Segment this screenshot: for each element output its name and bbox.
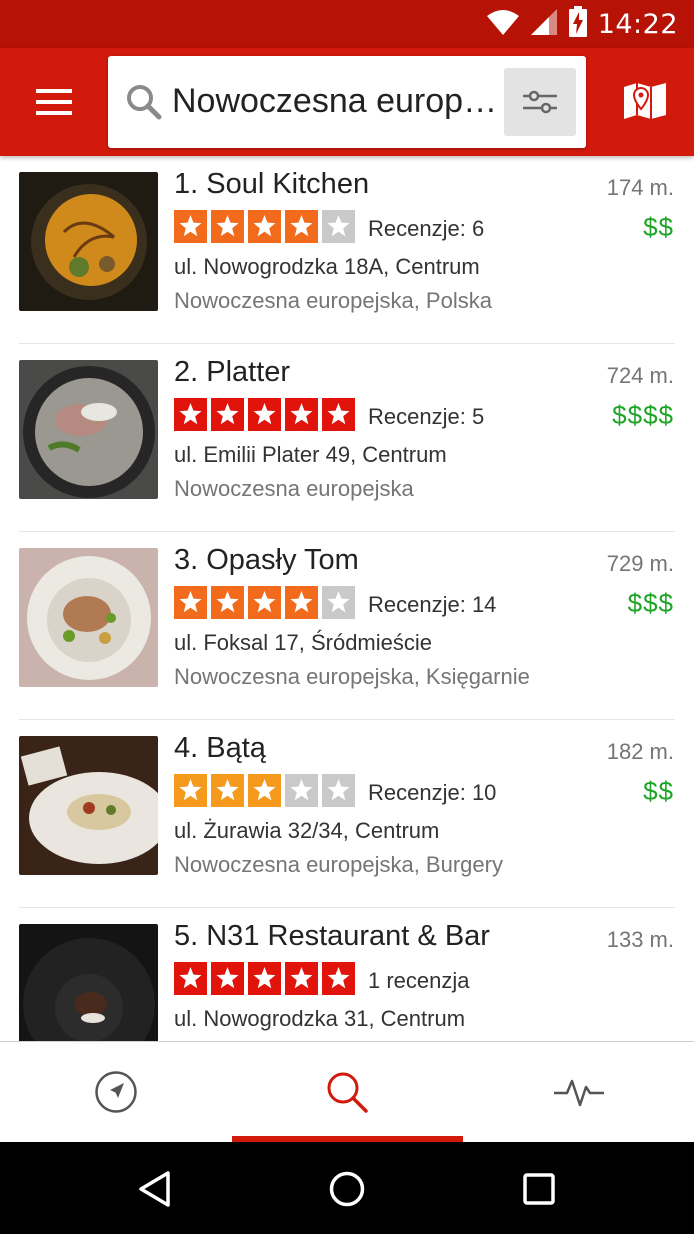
star-filled-icon (211, 210, 244, 243)
hamburger-menu-icon (36, 89, 72, 115)
star-filled-icon (248, 962, 281, 995)
star-filled-icon (211, 774, 244, 807)
restaurant-photo (19, 360, 158, 499)
map-icon (624, 83, 666, 119)
restaurant-distance: 182 m. (606, 739, 674, 764)
bottom-navigation (0, 1041, 694, 1142)
restaurant-list[interactable]: 1. Soul Kitchen 174 m. Recenzje: 6 $$ ul… (0, 156, 694, 1041)
battery-charging-icon (568, 5, 588, 43)
home-button[interactable] (322, 1164, 372, 1214)
search-icon (327, 1072, 368, 1113)
restaurant-photo (19, 924, 158, 1041)
restaurant-name: 4. Bątą (174, 732, 266, 764)
tab-activity[interactable] (463, 1042, 694, 1142)
star-filled-icon (285, 586, 318, 619)
star-filled-icon (211, 962, 244, 995)
review-count: Recenzje: 5 (368, 404, 485, 429)
restaurant-category: Nowoczesna europejska, Burgery (174, 852, 503, 877)
status-icons: 14:22 (486, 5, 678, 43)
system-navigation-bar (0, 1142, 694, 1234)
restaurant-address: ul. Nowogrodzka 31, Centrum (174, 1006, 466, 1031)
tab-search[interactable] (231, 1042, 462, 1142)
list-item[interactable]: 5. N31 Restaurant & Bar 133 m. 1 recenzj… (0, 908, 694, 1041)
restaurant-address: ul. Emilii Plater 49, Centrum (174, 442, 447, 467)
restaurant-photo (19, 172, 158, 311)
recents-square-icon (523, 1173, 555, 1205)
restaurant-name: 3. Opasły Tom (174, 544, 359, 576)
restaurant-address: ul. Żurawia 32/34, Centrum (174, 818, 440, 843)
restaurant-name: 2. Platter (174, 356, 291, 388)
search-input[interactable]: Nowoczesna europejska (172, 76, 502, 126)
list-item[interactable]: 2. Platter 724 m. Recenzje: 5 $$$$ ul. E… (0, 344, 694, 532)
star-filled-icon (248, 210, 281, 243)
list-item[interactable]: 4. Bątą 182 m. Recenzje: 10 $$ ul. Żuraw… (0, 720, 694, 908)
star-filled-icon (248, 774, 281, 807)
review-count: 1 recenzja (368, 968, 470, 993)
price-level: $$ (643, 212, 674, 242)
back-button[interactable] (130, 1164, 180, 1214)
restaurant-distance: 724 m. (606, 363, 674, 388)
star-filled-icon (248, 586, 281, 619)
search-icon (127, 85, 162, 120)
restaurant-distance: 174 m. (606, 175, 674, 200)
tab-nearby[interactable] (0, 1042, 231, 1142)
restaurant-name: 1. Soul Kitchen (174, 168, 370, 200)
restaurant-category: Nowoczesna europejska, Księgarnie (174, 664, 530, 689)
restaurant-photo (19, 736, 158, 875)
star-rating (174, 962, 355, 995)
menu-button[interactable] (26, 82, 82, 122)
restaurant-distance: 729 m. (606, 551, 674, 576)
back-triangle-icon (139, 1171, 170, 1207)
activity-pulse-icon (553, 1079, 604, 1107)
home-circle-icon (329, 1171, 365, 1207)
star-filled-icon (285, 210, 318, 243)
star-filled-icon (248, 398, 281, 431)
star-filled-icon (285, 398, 318, 431)
star-rating (174, 774, 355, 807)
wifi-icon (486, 8, 520, 41)
restaurant-address: ul. Nowogrodzka 18A, Centrum (174, 254, 480, 279)
app-bar: Nowoczesna europejska (0, 48, 694, 156)
star-filled-icon (285, 962, 318, 995)
status-time: 14:22 (597, 8, 678, 40)
price-level: $$$$ (612, 400, 674, 430)
price-level: $$ (643, 776, 674, 806)
star-filled-icon (211, 398, 244, 431)
star-filled-icon (174, 774, 207, 807)
restaurant-name: 5. N31 Restaurant & Bar (174, 920, 490, 952)
restaurant-address: ul. Foksal 17, Śródmieście (174, 630, 432, 655)
star-filled-icon (322, 398, 355, 431)
filter-button[interactable] (504, 68, 576, 136)
recents-button[interactable] (514, 1164, 564, 1214)
compass-icon (94, 1071, 137, 1113)
star-filled-icon (174, 210, 207, 243)
restaurant-category: Nowoczesna europejska, Polska (174, 288, 492, 313)
list-item[interactable]: 3. Opasły Tom 729 m. Recenzje: 14 $$$ ul… (0, 532, 694, 720)
star-empty-icon (322, 774, 355, 807)
status-bar: 14:22 (0, 0, 694, 48)
restaurant-photo (19, 548, 158, 687)
review-count: Recenzje: 6 (368, 216, 485, 241)
star-filled-icon (174, 586, 207, 619)
star-filled-icon (174, 962, 207, 995)
star-filled-icon (174, 398, 207, 431)
list-item[interactable]: 1. Soul Kitchen 174 m. Recenzje: 6 $$ ul… (0, 156, 694, 344)
star-empty-icon (322, 586, 355, 619)
restaurant-category: Nowoczesna europejska (174, 476, 414, 501)
review-count: Recenzje: 10 (368, 780, 497, 805)
star-rating (174, 586, 355, 619)
star-filled-icon (211, 586, 244, 619)
star-rating (174, 210, 355, 243)
price-level: $$$ (627, 588, 674, 618)
search-box[interactable]: Nowoczesna europejska (108, 56, 586, 148)
star-filled-icon (322, 962, 355, 995)
review-count: Recenzje: 14 (368, 592, 497, 617)
map-button[interactable] (620, 78, 670, 124)
star-rating (174, 398, 355, 431)
star-empty-icon (322, 210, 355, 243)
star-empty-icon (285, 774, 318, 807)
sliders-icon (523, 90, 557, 114)
signal-icon (530, 8, 558, 41)
restaurant-distance: 133 m. (606, 927, 674, 952)
